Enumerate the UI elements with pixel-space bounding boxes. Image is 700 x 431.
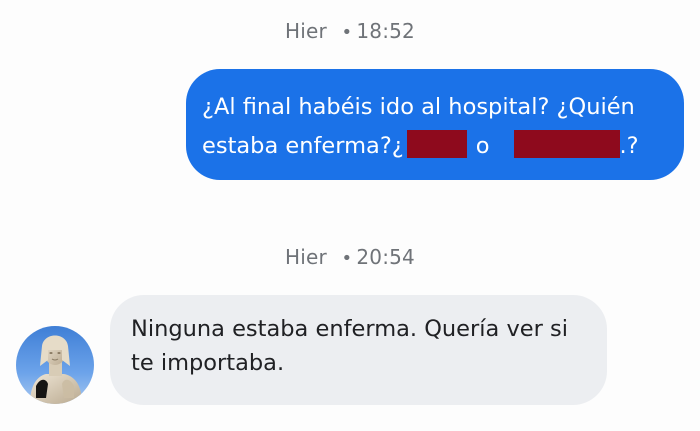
timestamp-separator: • <box>341 22 353 43</box>
outgoing-text-middle: o <box>475 133 490 159</box>
timestamp-day: Hier <box>285 245 327 269</box>
outgoing-message-line-2: estaba enferma?¿ o.? <box>202 127 674 166</box>
timestamp-second: Hier • 20:54 <box>0 245 700 269</box>
incoming-message-bubble[interactable]: Ninguna estaba enferma. Quería ver si te… <box>110 295 607 405</box>
outgoing-message-line-1: ¿Al final habéis ido al hospital? ¿Quién <box>202 94 635 120</box>
outgoing-message-bubble[interactable]: ¿Al final habéis ido al hospital? ¿Quién… <box>186 69 684 180</box>
chat-screen: Hier • 18:52 ¿Al final habéis ido al hosp… <box>0 0 700 431</box>
timestamp-separator: • <box>341 248 353 269</box>
statue-avatar-icon <box>30 335 82 404</box>
incoming-message-line-1: Ninguna estaba enferma. Quería ver si <box>131 316 569 342</box>
timestamp-day: Hier <box>285 19 327 43</box>
redaction-block-1 <box>406 130 467 158</box>
timestamp-first: Hier • 18:52 <box>0 19 700 43</box>
timestamp-time: 20:54 <box>356 245 415 269</box>
incoming-message-line-2: te importaba. <box>131 350 285 376</box>
timestamp-time: 18:52 <box>356 19 415 43</box>
sender-avatar[interactable] <box>16 326 94 404</box>
outgoing-text-end: .? <box>619 133 639 159</box>
redaction-block-2 <box>513 130 620 158</box>
outgoing-text-start: estaba enferma?¿ <box>202 133 404 159</box>
